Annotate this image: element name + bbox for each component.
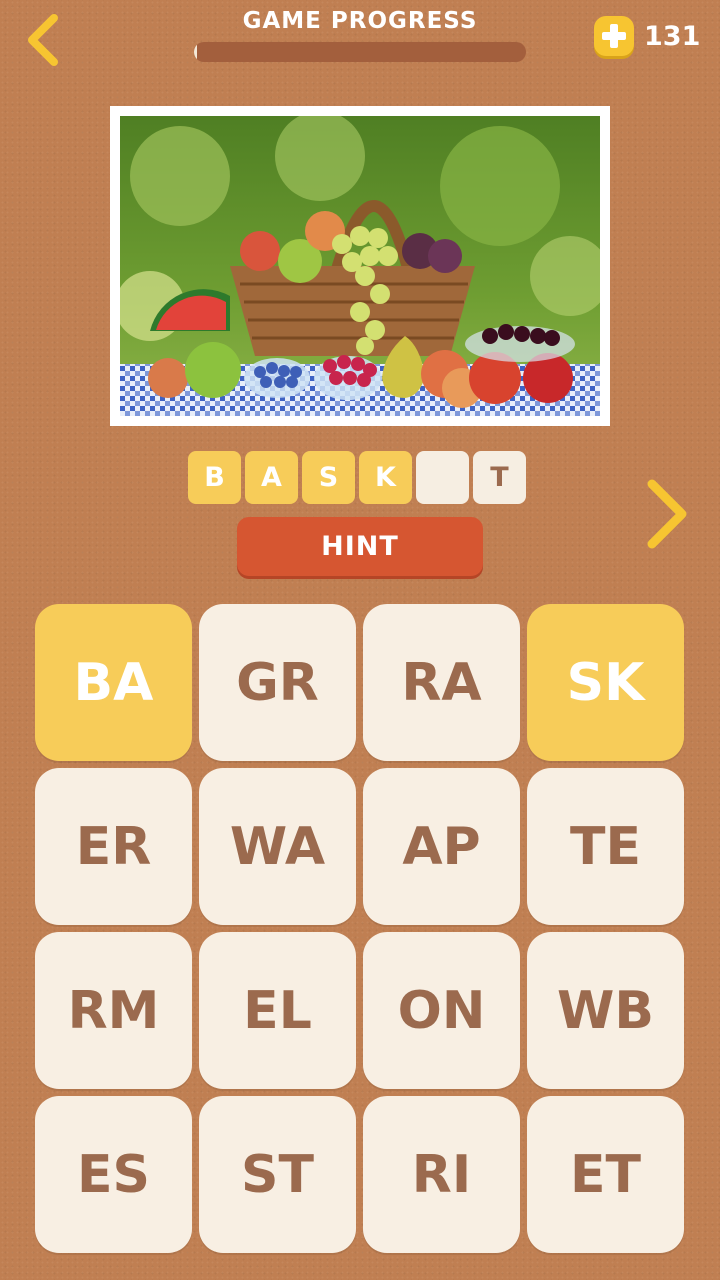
- answer-slot[interactable]: S: [302, 451, 355, 504]
- add-coins-button[interactable]: [594, 16, 634, 56]
- plus-icon: [602, 24, 626, 48]
- letter-tile[interactable]: RI: [363, 1096, 520, 1253]
- letter-tile[interactable]: AP: [363, 768, 520, 925]
- letter-tile[interactable]: BA: [35, 604, 192, 761]
- hint-button[interactable]: HINT: [237, 517, 483, 576]
- letter-tile[interactable]: EL: [199, 932, 356, 1089]
- puzzle-image: [120, 116, 600, 416]
- chevron-right-icon: [647, 479, 687, 549]
- letter-tile-grid: BA GR RA SK ER WA AP TE RM EL ON WB ES ST RI ET: [35, 604, 685, 1253]
- answer-slots: BASK T: [188, 451, 526, 504]
- progress-fill: [194, 42, 198, 62]
- answer-slot[interactable]: A: [245, 451, 298, 504]
- coin-counter[interactable]: 131: [594, 16, 700, 56]
- letter-tile[interactable]: WB: [527, 932, 684, 1089]
- letter-tile[interactable]: ST: [199, 1096, 356, 1253]
- next-button[interactable]: [640, 478, 696, 550]
- letter-tile[interactable]: TE: [527, 768, 684, 925]
- progress-bar: [194, 42, 526, 62]
- letter-tile[interactable]: RM: [35, 932, 192, 1089]
- letter-tile[interactable]: RA: [363, 604, 520, 761]
- letter-tile[interactable]: ET: [527, 1096, 684, 1253]
- answer-slot[interactable]: T: [473, 451, 526, 504]
- letter-tile[interactable]: WA: [199, 768, 356, 925]
- letter-tile[interactable]: ON: [363, 932, 520, 1089]
- answer-slot[interactable]: B: [188, 451, 241, 504]
- letter-tile[interactable]: ER: [35, 768, 192, 925]
- answer-slot[interactable]: [416, 451, 469, 504]
- coin-count: 131: [644, 20, 701, 52]
- puzzle-image-frame: [110, 106, 610, 426]
- letter-tile[interactable]: ES: [35, 1096, 192, 1253]
- letter-tile[interactable]: SK: [527, 604, 684, 761]
- letter-tile[interactable]: GR: [199, 604, 356, 761]
- answer-slot[interactable]: K: [359, 451, 412, 504]
